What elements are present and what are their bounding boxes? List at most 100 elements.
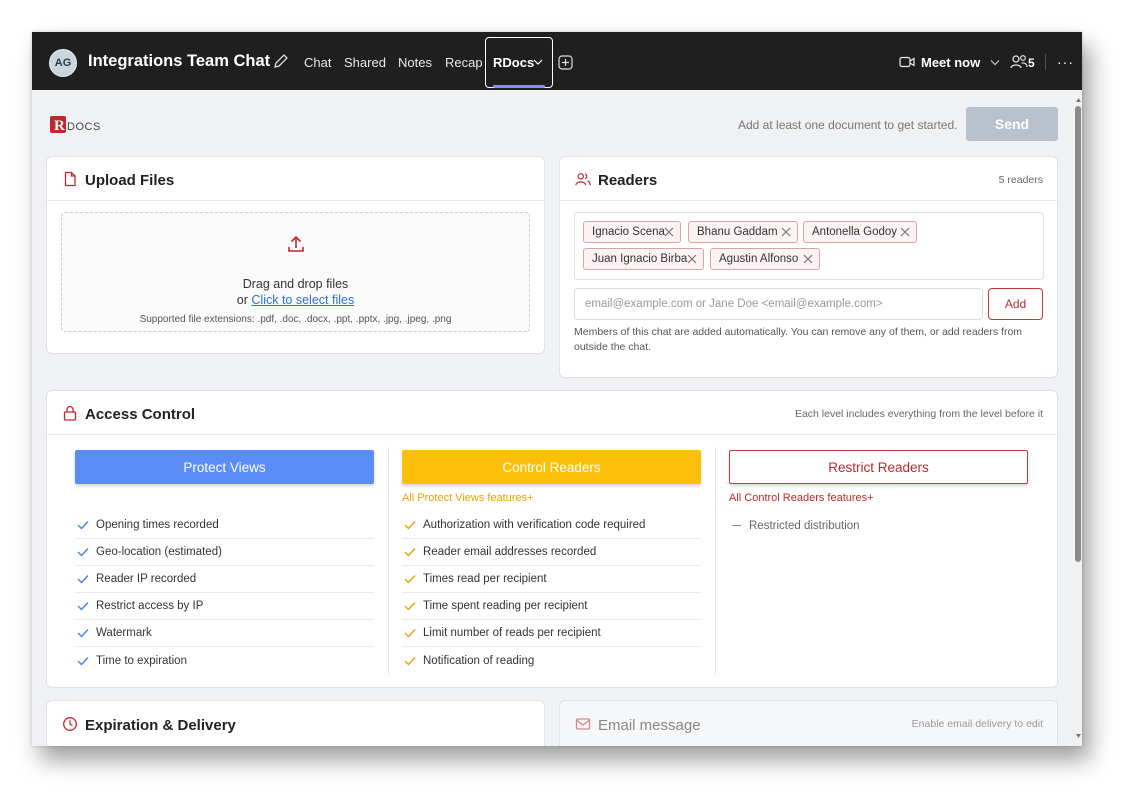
control-readers-button[interactable]: Control Readers bbox=[402, 450, 701, 484]
readers-card-header: Readers 5 readers bbox=[560, 157, 1057, 201]
meet-now-button[interactable]: Meet now bbox=[921, 55, 980, 70]
restrict-includes-note: All Control Readers features+ bbox=[729, 492, 874, 504]
email-message-card: Email message Enable email delivery to e… bbox=[559, 700, 1058, 746]
access-levels-note: Each level includes everything from the … bbox=[794, 408, 1043, 420]
rdocs-logo: R DOCS bbox=[50, 116, 100, 134]
or-text: or bbox=[236, 293, 248, 307]
divider bbox=[1045, 54, 1046, 70]
drag-drop-text: Drag and drop files bbox=[242, 277, 349, 291]
lock-icon bbox=[63, 405, 77, 421]
check-icon bbox=[77, 521, 89, 530]
feature-item: Limit number of reads per recipient bbox=[402, 620, 701, 647]
feature-item: Opening times recorded bbox=[75, 512, 374, 539]
add-tab-icon[interactable] bbox=[558, 55, 573, 70]
restrict-readers-button[interactable]: Restrict Readers bbox=[729, 450, 1028, 484]
readers-icon bbox=[575, 173, 591, 186]
close-icon[interactable] bbox=[781, 227, 791, 237]
check-icon bbox=[404, 521, 416, 530]
feature-label: Authorization with verification code req… bbox=[423, 519, 646, 531]
chevron-down-icon[interactable] bbox=[533, 58, 543, 66]
feature-item: Restrict access by IP bbox=[75, 593, 374, 620]
supported-extensions: Supported file extensions: .pdf, .doc, .… bbox=[139, 314, 452, 325]
svg-text:R: R bbox=[54, 118, 65, 134]
people-icon[interactable] bbox=[1010, 54, 1028, 70]
feature-item: Geo-location (estimated) bbox=[75, 539, 374, 566]
file-dropzone[interactable]: Drag and drop files or Click to select f… bbox=[61, 212, 530, 332]
column-divider bbox=[388, 447, 389, 675]
scrollbar-thumb[interactable] bbox=[1075, 106, 1081, 562]
access-control-title: Access Control bbox=[85, 406, 196, 423]
upload-files-card: Upload Files Drag and drop files or Clic… bbox=[46, 156, 545, 354]
reader-chip-label: Agustin Alfonso bbox=[719, 253, 799, 265]
protect-views-button[interactable]: Protect Views bbox=[75, 450, 374, 484]
reader-chip: Juan Ignacio Birba bbox=[583, 248, 704, 270]
feature-label: Restricted distribution bbox=[749, 519, 860, 532]
check-icon bbox=[77, 629, 89, 638]
check-icon bbox=[404, 629, 416, 638]
upload-card-header: Upload Files bbox=[47, 157, 544, 201]
tab-rdocs[interactable]: RDocs bbox=[493, 55, 534, 70]
participant-count[interactable]: 5 bbox=[1028, 56, 1035, 70]
feature-label: Watermark bbox=[96, 627, 152, 639]
feature-label: Limit number of reads per recipient bbox=[423, 627, 601, 639]
readers-count: 5 readers bbox=[998, 174, 1043, 186]
readers-title: Readers bbox=[598, 172, 658, 189]
feature-label: Time to expiration bbox=[96, 654, 187, 667]
check-icon bbox=[77, 548, 89, 557]
feature-label: Reader IP recorded bbox=[96, 573, 197, 585]
tab-recap[interactable]: Recap bbox=[445, 55, 483, 70]
close-icon[interactable] bbox=[900, 227, 910, 237]
feature-item: Restricted distribution bbox=[729, 512, 1028, 539]
dash-icon bbox=[732, 525, 741, 526]
check-icon bbox=[77, 656, 89, 666]
reader-chip: Bhanu Gaddam bbox=[688, 221, 798, 243]
check-icon bbox=[77, 602, 89, 611]
upload-files-title: Upload Files bbox=[85, 172, 175, 189]
reader-chip: Antonella Godoy bbox=[803, 221, 917, 243]
feature-label: Restrict access by IP bbox=[96, 600, 204, 612]
file-icon bbox=[64, 171, 76, 187]
expiration-delivery-title: Expiration & Delivery bbox=[85, 717, 236, 734]
top-bar: AG Integrations Team Chat Chat Shared No… bbox=[32, 32, 1082, 90]
members-note: Members of this chat are added automatic… bbox=[574, 326, 1023, 353]
add-reader-button[interactable]: Add bbox=[988, 288, 1043, 320]
tab-notes[interactable]: Notes bbox=[398, 55, 432, 70]
video-icon[interactable] bbox=[899, 56, 915, 68]
chat-title: Integrations Team Chat bbox=[88, 52, 271, 70]
feature-label: Reader email addresses recorded bbox=[423, 546, 597, 558]
email-message-title: Email message bbox=[598, 717, 701, 734]
send-button[interactable]: Send bbox=[966, 107, 1058, 141]
avatar[interactable]: AG bbox=[49, 49, 77, 77]
feature-item: Reader IP recorded bbox=[75, 566, 374, 593]
check-icon bbox=[404, 656, 416, 666]
reader-chip: Ignacio Scena bbox=[583, 221, 681, 243]
feature-item: Authorization with verification code req… bbox=[402, 512, 701, 539]
reader-chip-label: Ignacio Scena bbox=[592, 226, 665, 238]
check-icon bbox=[404, 548, 416, 557]
feature-item: Times read per recipient bbox=[402, 566, 701, 593]
close-icon[interactable] bbox=[687, 254, 697, 264]
close-icon[interactable] bbox=[664, 227, 674, 237]
feature-item: Reader email addresses recorded bbox=[402, 539, 701, 566]
tab-chat[interactable]: Chat bbox=[304, 55, 331, 70]
feature-label: Time spent reading per recipient bbox=[423, 600, 588, 612]
feature-label: Opening times recorded bbox=[96, 519, 219, 531]
check-icon bbox=[404, 575, 416, 584]
tab-shared[interactable]: Shared bbox=[344, 55, 386, 70]
check-icon bbox=[77, 575, 89, 584]
more-icon[interactable]: ··· bbox=[1057, 54, 1074, 70]
readers-card: Readers 5 readers Ignacio Scena Bhanu Ga… bbox=[559, 156, 1058, 378]
chevron-down-icon[interactable] bbox=[990, 59, 1000, 66]
reader-email-input[interactable]: email@example.com or Jane Doe <email@exa… bbox=[574, 288, 983, 320]
check-icon bbox=[404, 602, 416, 611]
edit-icon[interactable] bbox=[272, 52, 290, 70]
close-icon[interactable] bbox=[803, 254, 813, 264]
upload-icon bbox=[288, 235, 304, 252]
access-control-card: Access Control Each level includes every… bbox=[46, 390, 1058, 688]
access-card-header: Access Control Each level includes every… bbox=[47, 391, 1057, 435]
select-files-link[interactable]: Click to select files bbox=[251, 293, 354, 307]
reader-chip-label: Antonella Godoy bbox=[812, 226, 898, 238]
email-disabled-note: Enable email delivery to edit bbox=[911, 718, 1043, 730]
expiration-delivery-card: Expiration & Delivery bbox=[46, 700, 545, 746]
feature-label: Notification of reading bbox=[423, 654, 535, 667]
